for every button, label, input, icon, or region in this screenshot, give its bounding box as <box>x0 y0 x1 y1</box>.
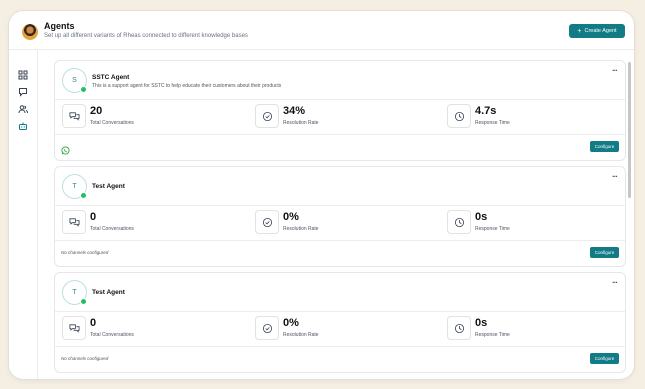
plus-icon: + <box>577 27 582 35</box>
page-header: Agents Set up all different variants of … <box>9 11 634 50</box>
stat-label: Response Time <box>475 226 510 232</box>
vertical-scrollbar[interactable] <box>628 62 631 198</box>
check-circle-icon <box>255 316 279 340</box>
stat-label: Total Conversations <box>90 332 134 338</box>
app-window: Agents Set up all different variants of … <box>9 11 634 379</box>
configure-button[interactable]: Configure <box>590 141 619 152</box>
page-title: Agents <box>44 21 75 31</box>
stat-value: 0s <box>475 317 488 329</box>
agent-card: T Test Agent ··· 0 Total Conversations 0… <box>54 166 626 267</box>
more-options-icon[interactable]: ··· <box>612 172 618 181</box>
more-options-icon[interactable]: ··· <box>612 278 618 287</box>
agent-stats: 0 Total Conversations 0% Resolution Rate… <box>55 205 625 241</box>
configure-button[interactable]: Configure <box>590 247 619 258</box>
check-circle-icon <box>255 104 279 128</box>
stat-label: Response Time <box>475 120 510 126</box>
agent-card-header: S SSTC Agent This is a support agent for… <box>55 61 625 100</box>
check-circle-icon <box>255 210 279 234</box>
more-options-icon[interactable]: ··· <box>612 66 618 75</box>
bot-icon[interactable] <box>18 121 28 131</box>
clock-icon <box>447 104 471 128</box>
stat-value: 20 <box>90 105 103 117</box>
online-status-dot <box>80 86 87 93</box>
stat-value: 34% <box>283 105 306 117</box>
dashboard-grid-icon[interactable] <box>18 70 28 80</box>
online-status-dot <box>80 192 87 199</box>
conversations-icon <box>62 210 86 234</box>
users-icon[interactable] <box>18 104 28 114</box>
agent-channels: No channels configured Configure <box>55 346 625 372</box>
stat-value: 0 <box>90 317 97 329</box>
stat-value: 0 <box>90 211 97 223</box>
agent-stats: 20 Total Conversations 34% Resolution Ra… <box>55 99 625 135</box>
agent-description: This is a support agent for SSTC to help… <box>92 83 282 89</box>
chat-bubble-icon[interactable] <box>18 87 28 97</box>
agent-name: Test Agent <box>92 289 125 296</box>
agent-name: Test Agent <box>92 183 125 190</box>
agent-channels: Configure <box>55 134 625 160</box>
stat-label: Resolution Rate <box>283 332 319 338</box>
stat-label: Resolution Rate <box>283 226 319 232</box>
stat-label: Total Conversations <box>90 120 134 126</box>
stat-label: Response Time <box>475 332 510 338</box>
configure-button[interactable]: Configure <box>590 353 619 364</box>
whatsapp-icon[interactable] <box>61 142 70 155</box>
stat-label: Resolution Rate <box>283 120 319 126</box>
page-subtitle: Set up all different variants of Rheas c… <box>44 33 248 39</box>
no-channels-text: No channels configured <box>61 250 109 255</box>
stat-label: Total Conversations <box>90 226 134 232</box>
user-avatar[interactable] <box>22 24 38 40</box>
agent-stats: 0 Total Conversations 0% Resolution Rate… <box>55 311 625 347</box>
stat-value: 4.7s <box>475 105 497 117</box>
agent-card: T Test Agent ··· 0 Total Conversations 0… <box>54 272 626 373</box>
no-channels-text: No channels configured <box>61 356 109 361</box>
stat-value: 0% <box>283 211 299 223</box>
clock-icon <box>447 316 471 340</box>
agent-name: SSTC Agent <box>92 74 130 81</box>
stat-value: 0s <box>475 211 488 223</box>
online-status-dot <box>80 298 87 305</box>
create-agent-label: Create Agent <box>584 28 617 34</box>
stat-value: 0% <box>283 317 299 329</box>
conversations-icon <box>62 316 86 340</box>
agent-card-header: T Test Agent ··· <box>55 167 625 206</box>
create-agent-button[interactable]: + Create Agent <box>569 24 625 38</box>
agent-card: S SSTC Agent This is a support agent for… <box>54 60 626 161</box>
sidebar <box>9 50 38 379</box>
conversations-icon <box>62 104 86 128</box>
clock-icon <box>447 210 471 234</box>
agent-channels: No channels configured Configure <box>55 240 625 266</box>
agents-list: S SSTC Agent This is a support agent for… <box>37 50 634 379</box>
agent-card-header: T Test Agent ··· <box>55 273 625 312</box>
